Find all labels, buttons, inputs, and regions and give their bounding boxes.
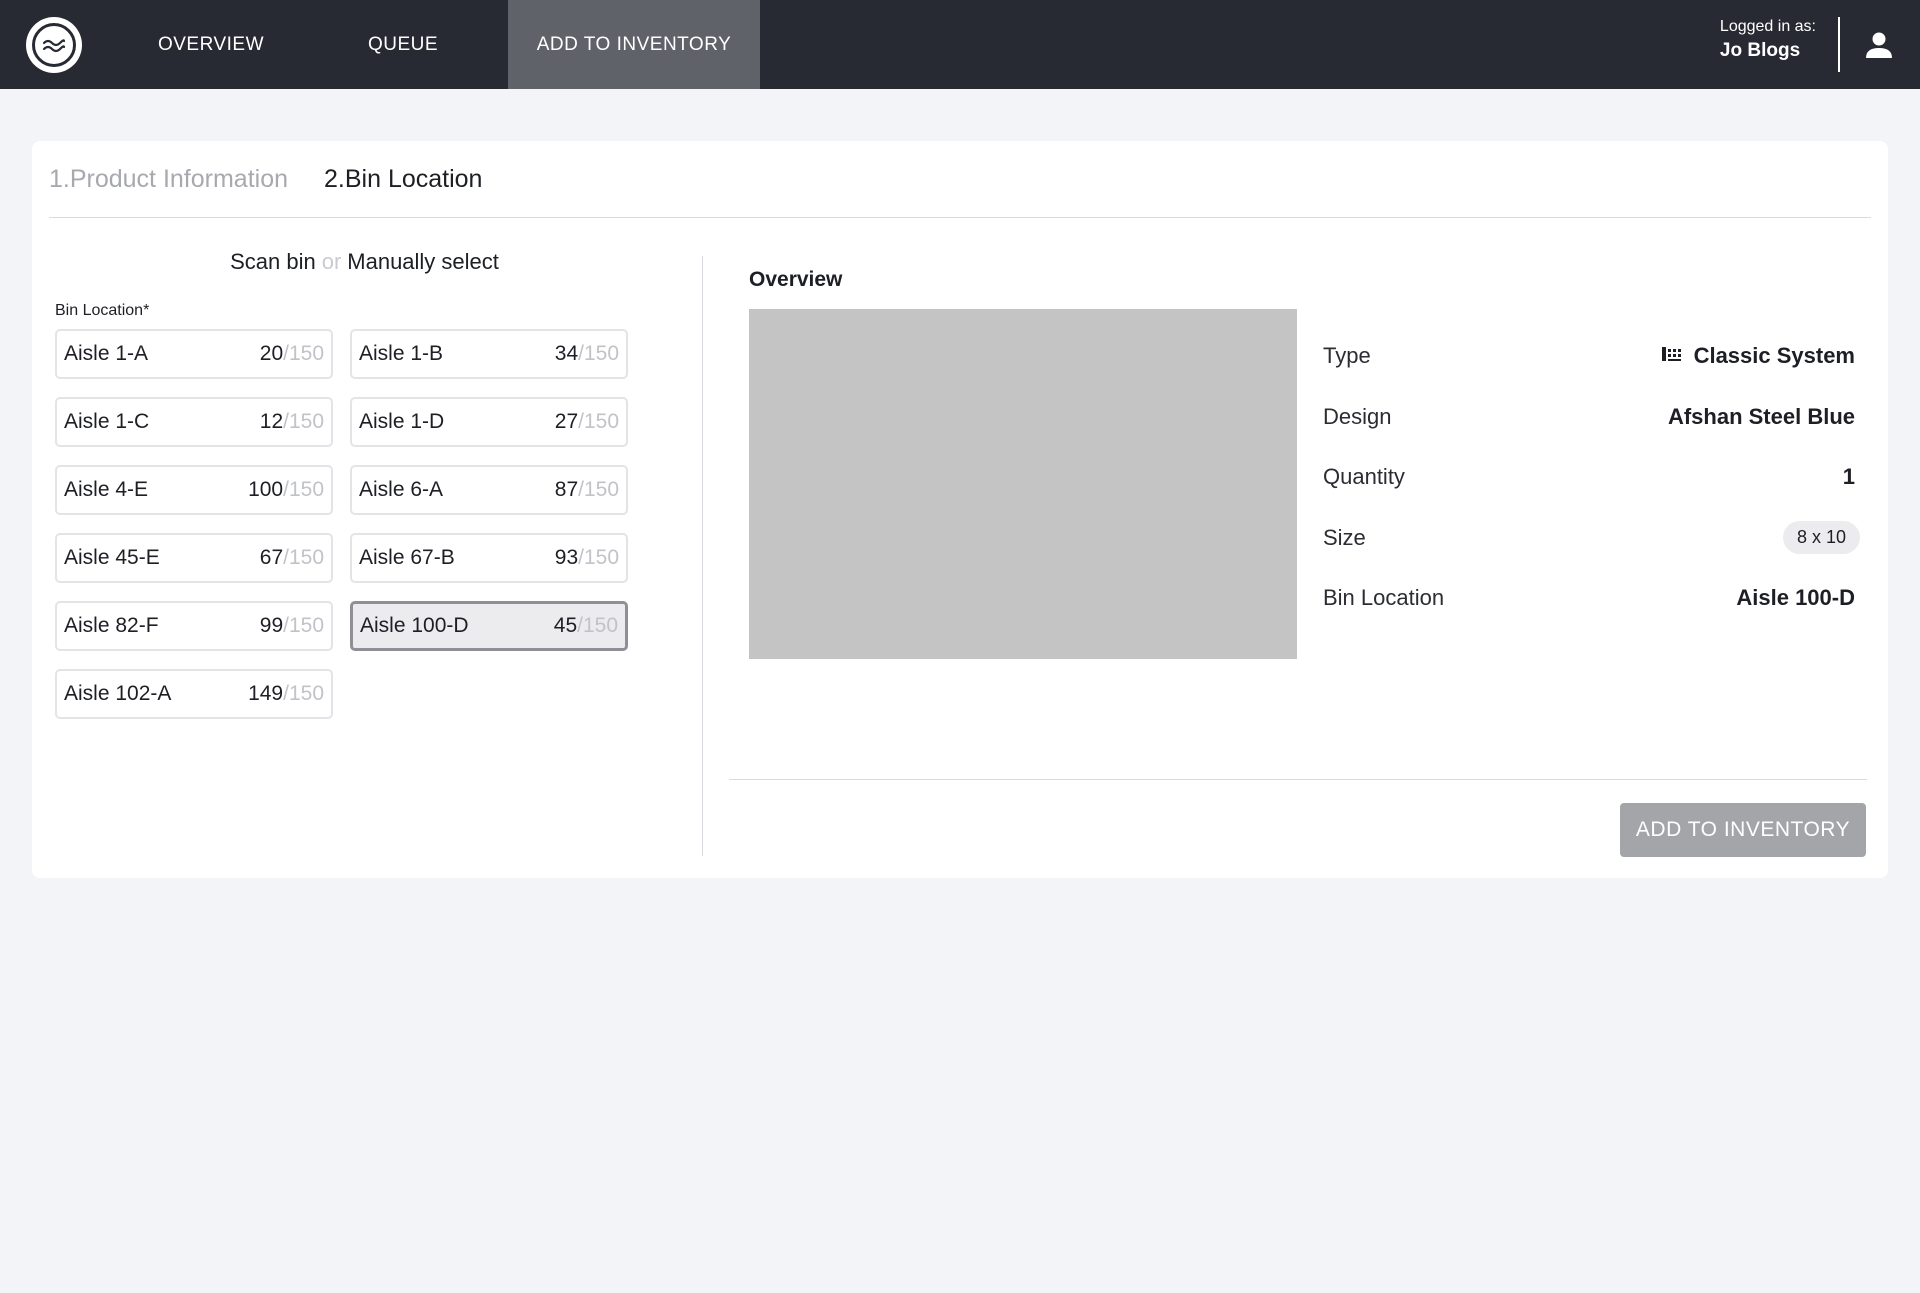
bin-capacity: /150 (577, 614, 618, 637)
bin-capacity: /150 (283, 478, 324, 501)
property-value: 1 (1842, 464, 1855, 490)
bin-count: 100 (248, 478, 284, 501)
step-bin-location[interactable]: 2.Bin Location (324, 165, 482, 194)
bin-name: Aisle 1-A (64, 342, 149, 365)
bin-capacity: /150 (578, 478, 619, 501)
bin-capacity: /150 (578, 410, 619, 433)
logged-in-label: Logged in as: (1719, 18, 1816, 35)
property-label: Bin Location (1323, 585, 1445, 611)
scan-bin-option[interactable]: Scan bin (230, 249, 316, 274)
bin-name: Aisle 4-E (64, 478, 149, 501)
bin-option[interactable]: Aisle 67-B 93/150 (350, 533, 628, 583)
bin-capacity: /150 (283, 410, 324, 433)
bin-count: 99 (259, 614, 284, 637)
bin-name: Aisle 6-A (359, 478, 444, 501)
manually-select-option[interactable]: Manually select (347, 249, 499, 274)
property-label: Size (1323, 524, 1366, 550)
step-product-information[interactable]: 1.Product Information (49, 165, 288, 194)
bin-option[interactable]: Aisle 1-C 12/150 (55, 397, 333, 447)
bin-count: 20 (259, 342, 284, 365)
bin-count: 149 (248, 682, 284, 705)
bin-location-label: Bin Location* (55, 302, 150, 319)
bin-name: Aisle 1-D (359, 410, 445, 433)
bin-option[interactable]: Aisle 6-A 87/150 (350, 465, 628, 515)
property-bin-location: Bin Location Aisle 100-D (1323, 568, 1889, 629)
bin-capacity: /150 (578, 546, 619, 569)
main-nav: OVERVIEW QUEUE ADD TO INVENTORY (124, 0, 760, 89)
bin-count: 93 (554, 546, 579, 569)
user-icon[interactable] (1862, 28, 1896, 62)
bin-option[interactable]: Aisle 1-A 20/150 (55, 329, 333, 379)
size-badge: 8 x 10 (1782, 521, 1860, 555)
top-navigation-bar: OVERVIEW QUEUE ADD TO INVENTORY Logged i… (0, 0, 1920, 89)
system-icon (1661, 343, 1684, 369)
bin-capacity: /150 (283, 546, 324, 569)
bin-mode-toggle: Scan bin or Manually select (32, 249, 697, 275)
bin-option[interactable]: Aisle 1-B 34/150 (350, 329, 628, 379)
bin-count: 67 (259, 546, 284, 569)
add-to-inventory-card: 1.Product Information 2.Bin Location Sca… (32, 141, 1888, 878)
waves-icon (32, 23, 76, 67)
bin-capacity: /150 (283, 342, 324, 365)
bin-option-selected[interactable]: Aisle 100-D 45/150 (350, 601, 628, 651)
nav-overview[interactable]: OVERVIEW (124, 0, 298, 89)
property-quantity: Quantity 1 (1323, 447, 1889, 508)
bin-option[interactable]: Aisle 1-D 27/150 (350, 397, 628, 447)
bin-name: Aisle 45-E (64, 546, 160, 569)
logged-in-info: Logged in as: Jo Blogs (1720, 17, 1816, 65)
header-divider (1838, 17, 1840, 72)
user-name: Jo Blogs (1719, 40, 1801, 61)
bin-name: Aisle 102-A (64, 682, 172, 705)
bin-name: Aisle 100-D (360, 614, 469, 637)
bin-count: 27 (554, 410, 579, 433)
stepper: 1.Product Information 2.Bin Location (49, 165, 482, 194)
property-type: Type Classic System (1323, 326, 1889, 387)
bin-capacity: /150 (283, 682, 324, 705)
product-image-placeholder (749, 309, 1297, 659)
nav-queue[interactable]: QUEUE (298, 0, 508, 89)
property-value: Afshan Steel Blue (1667, 403, 1855, 429)
bin-name: Aisle 82-F (64, 614, 159, 637)
logo[interactable] (26, 17, 82, 73)
property-label: Design (1323, 403, 1392, 429)
property-value: Aisle 100-D (1736, 585, 1855, 611)
add-to-inventory-button[interactable]: ADD TO INVENTORY (1620, 803, 1866, 857)
bin-option[interactable]: Aisle 102-A 149/150 (55, 669, 333, 719)
property-label: Type (1323, 343, 1371, 369)
stepper-divider (49, 217, 1871, 218)
bin-capacity: /150 (578, 342, 619, 365)
property-value: Classic System (1693, 343, 1855, 369)
bin-name: Aisle 1-B (359, 342, 444, 365)
property-label: Quantity (1323, 464, 1405, 490)
nav-add-to-inventory[interactable]: ADD TO INVENTORY (508, 0, 760, 89)
property-design: Design Afshan Steel Blue (1323, 387, 1889, 448)
bin-location-grid: Aisle 1-A 20/150 Aisle 1-B 34/150 Aisle … (55, 329, 628, 719)
bin-option[interactable]: Aisle 82-F 99/150 (55, 601, 333, 651)
bin-name: Aisle 67-B (359, 546, 455, 569)
footer-divider (729, 779, 1867, 780)
bin-option[interactable]: Aisle 4-E 100/150 (55, 465, 333, 515)
overview-title: Overview (749, 268, 843, 291)
bin-count: 87 (554, 478, 579, 501)
bin-capacity: /150 (283, 614, 324, 637)
bin-name: Aisle 1-C (64, 410, 150, 433)
property-size: Size 8 x 10 (1323, 508, 1889, 569)
panel-divider (702, 256, 703, 856)
overview-properties: Type Classic System Design Afshan Steel … (1323, 326, 1889, 629)
bin-option[interactable]: Aisle 45-E 67/150 (55, 533, 333, 583)
or-separator: or (321, 249, 342, 274)
bin-count: 34 (554, 342, 579, 365)
bin-count: 12 (259, 410, 284, 433)
bin-count: 45 (553, 614, 578, 637)
